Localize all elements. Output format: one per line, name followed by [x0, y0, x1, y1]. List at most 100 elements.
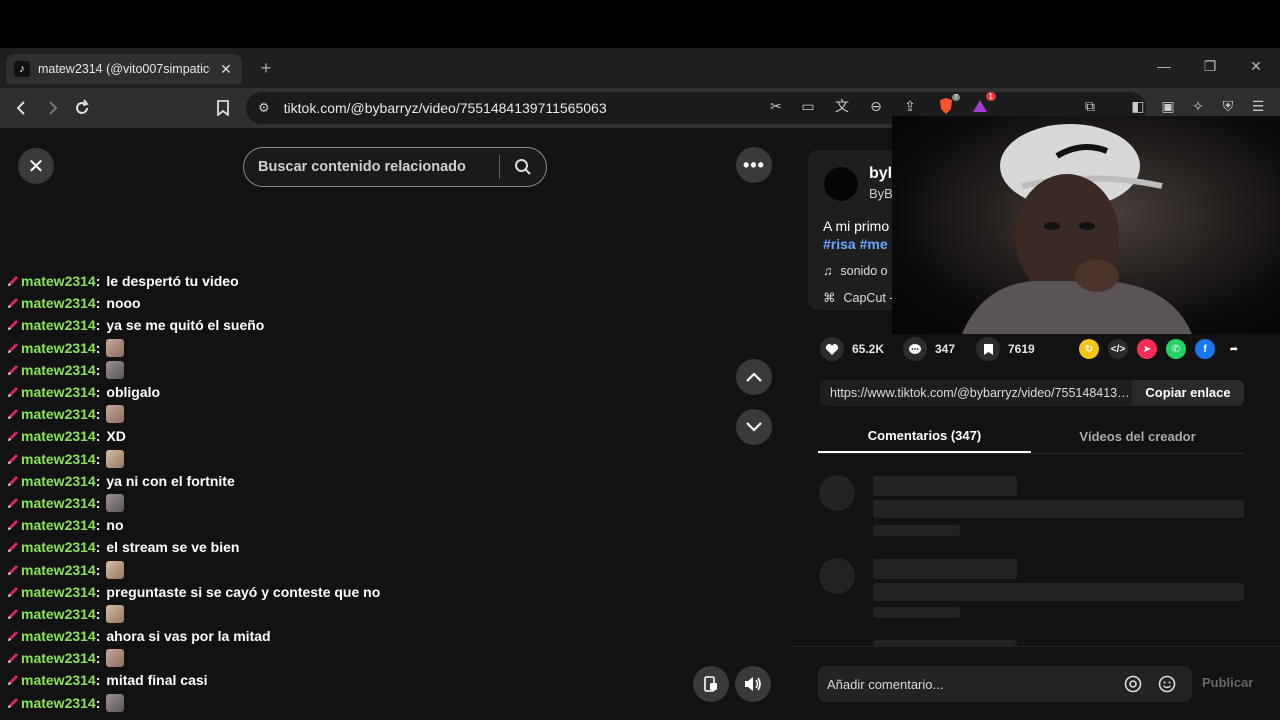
mention-icon[interactable] [1124, 675, 1142, 693]
embed-icon[interactable]: </> [1108, 339, 1128, 359]
screenshot-icon[interactable]: ⧉ [1080, 96, 1100, 116]
minimize-button[interactable]: — [1154, 58, 1174, 74]
browser-tab-active[interactable]: ♪ matew2314 (@vito007simpatico ✕ [6, 54, 242, 84]
chat-username: matew2314 [21, 361, 96, 378]
sidebar-icon[interactable]: ◧ [1128, 96, 1148, 116]
chat-message: matew2314: mitad final casi [6, 669, 606, 691]
chat-message-text: le despertó tu video [106, 273, 239, 290]
restore-button[interactable]: ❐ [1200, 58, 1220, 75]
share-page-icon[interactable]: ⇪ [900, 96, 920, 116]
forward-icon[interactable] [40, 96, 64, 120]
video-hashtags[interactable]: #risa #me [823, 236, 888, 252]
capcut-link[interactable]: ⌘ CapCut - [823, 290, 894, 306]
skeleton-line [873, 476, 1017, 496]
vpn-icon[interactable]: ⛨ [1218, 96, 1238, 116]
search-placeholder: Buscar contenido relacionado [258, 159, 466, 175]
chat-message: matew2314: [6, 359, 606, 381]
no-translate-icon[interactable]: ✂ [766, 96, 786, 116]
back-icon[interactable] [10, 96, 34, 120]
chat-username: matew2314 [21, 517, 96, 534]
pip-button[interactable] [693, 666, 729, 702]
volume-icon [745, 677, 761, 691]
leo-ai-icon[interactable]: ✧ [1188, 96, 1208, 116]
chat-message-text: el stream se ve bien [106, 539, 240, 556]
search-icon[interactable] [500, 158, 546, 176]
copy-link-button[interactable]: Copiar enlace [1132, 380, 1244, 406]
comment-stat[interactable]: 347 [903, 337, 955, 361]
chat-message-text: ahora si vas por la mitad [106, 628, 271, 645]
volume-button[interactable] [735, 666, 771, 702]
chat-emote-image [106, 338, 125, 357]
chat-colon: : [95, 361, 101, 378]
chat-message: matew2314: [6, 448, 606, 470]
chat-colon: : [95, 450, 101, 467]
chat-emote-image [106, 449, 125, 468]
skeleton-avatar [819, 475, 855, 511]
related-search-input[interactable]: Buscar contenido relacionado [243, 147, 547, 187]
new-tab-button[interactable]: + [256, 58, 276, 79]
like-stat[interactable]: 65.2K [820, 337, 884, 361]
pencil-badge-icon [8, 409, 18, 420]
brave-shields-icon[interactable]: 7 [936, 94, 960, 116]
bookmark-icon[interactable] [211, 96, 235, 120]
pencil-badge-icon [8, 653, 18, 664]
chat-username: matew2314 [21, 605, 96, 622]
site-settings-icon[interactable]: ⚙ [258, 100, 270, 116]
window-close-button[interactable]: ✕ [1246, 58, 1266, 75]
zoom-out-icon[interactable]: ⊖ [866, 96, 886, 116]
brave-rewards-icon[interactable]: 1 [970, 92, 996, 116]
pencil-badge-icon [8, 586, 18, 597]
facebook-icon[interactable]: f [1195, 339, 1215, 359]
tab-creator-videos[interactable]: Vídeos del creador [1031, 420, 1244, 453]
comment-input[interactable]: Añadir comentario... [818, 666, 1192, 702]
comment-bubble-icon [903, 337, 927, 361]
chat-colon: : [95, 339, 101, 356]
emoji-icon[interactable] [1158, 675, 1176, 693]
chat-username: matew2314 [21, 450, 96, 467]
sound-link[interactable]: ♫ sonido o [823, 264, 888, 278]
heart-icon [820, 337, 844, 361]
author-avatar[interactable] [823, 166, 859, 202]
close-video-button[interactable]: ✕ [18, 148, 54, 184]
next-video-button[interactable] [736, 409, 772, 445]
pencil-badge-icon [8, 675, 18, 686]
previous-video-button[interactable] [736, 359, 772, 395]
whatsapp-icon[interactable]: ✆ [1166, 339, 1186, 359]
bookmark-save-icon [976, 337, 1000, 361]
chat-message: matew2314: le despertó tu video [6, 270, 606, 292]
music-note-icon: ♫ [823, 264, 833, 278]
pencil-badge-icon [8, 453, 18, 464]
chat-message-text: ya se me quitó el sueño [106, 317, 265, 334]
send-to-friends-icon[interactable]: ➤ [1137, 339, 1157, 359]
pencil-badge-icon [8, 387, 18, 398]
wallet-icon[interactable]: ▣ [1158, 96, 1178, 116]
reload-icon[interactable] [70, 96, 94, 120]
video-link-text[interactable]: https://www.tiktok.com/@bybarryz/video/7… [820, 386, 1132, 400]
tab-comments[interactable]: Comentarios (347) [818, 420, 1031, 453]
menu-icon[interactable]: ☰ [1248, 96, 1268, 116]
chat-message: matew2314: obligalo [6, 381, 606, 403]
chat-message: matew2314: ahora si vas por la mitad [6, 625, 606, 647]
tab-close-icon[interactable]: ✕ [218, 61, 234, 78]
pencil-badge-icon [8, 298, 18, 309]
chat-username: matew2314 [21, 384, 96, 401]
chat-message: matew2314: [6, 603, 606, 625]
chat-message-text: XD [106, 428, 126, 445]
more-share-icon[interactable]: ➦ [1224, 339, 1244, 359]
rewards-count-badge: 1 [985, 92, 996, 101]
author-name[interactable]: byl [869, 165, 892, 183]
chat-colon: : [95, 384, 101, 401]
save-stat[interactable]: 7619 [976, 337, 1035, 361]
cast-icon[interactable]: ▭ [798, 96, 818, 116]
publish-button[interactable]: Publicar [1202, 675, 1253, 690]
chat-message-text: obligalo [106, 384, 161, 401]
repost-icon[interactable]: ↻ [1079, 339, 1099, 359]
chat-message: matew2314: [6, 558, 606, 580]
pencil-badge-icon [8, 431, 18, 442]
chat-message: matew2314: nooo [6, 292, 606, 314]
more-options-icon[interactable]: ••• [736, 147, 772, 183]
skeleton-line [873, 559, 1017, 579]
chat-username: matew2314 [21, 295, 96, 312]
translate-icon[interactable]: 文 [832, 96, 852, 116]
chat-colon: : [95, 605, 101, 622]
